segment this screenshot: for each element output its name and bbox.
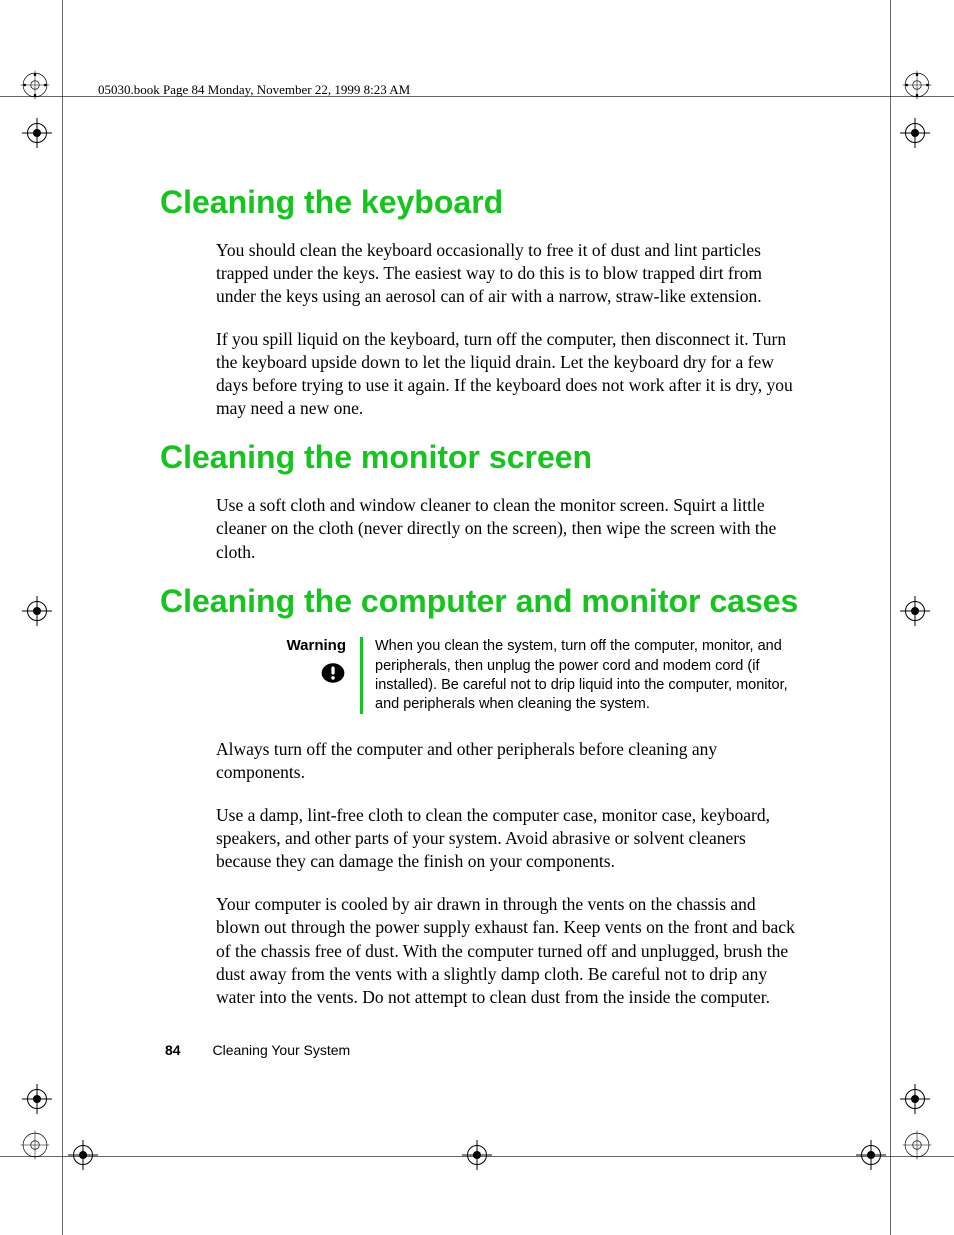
warning-label: Warning	[216, 637, 346, 654]
paragraph: Use a damp, lint-free cloth to clean the…	[216, 804, 796, 873]
chapter-title: Cleaning Your System	[212, 1042, 350, 1058]
page-number: 84	[165, 1042, 181, 1058]
registration-mark-icon	[22, 1084, 52, 1114]
registration-mark-icon	[22, 118, 52, 148]
rosette-icon	[18, 1128, 52, 1162]
body-block: You should clean the keyboard occasional…	[216, 239, 796, 421]
crop-line-right	[890, 0, 891, 1235]
registration-mark-icon	[22, 596, 52, 626]
body-block: Use a soft cloth and window cleaner to c…	[216, 494, 796, 563]
page: 05030.book Page 84 Monday, November 22, …	[0, 0, 954, 1235]
heading-cleaning-cases: Cleaning the computer and monitor cases	[160, 584, 800, 620]
registration-mark-icon	[900, 596, 930, 626]
crop-line-left	[62, 0, 63, 1235]
warning-icon	[320, 660, 346, 686]
registration-mark-icon	[68, 1140, 98, 1170]
paragraph: If you spill liquid on the keyboard, tur…	[216, 328, 796, 420]
heading-cleaning-keyboard: Cleaning the keyboard	[160, 185, 800, 221]
rosette-icon	[900, 68, 934, 102]
paragraph: You should clean the keyboard occasional…	[216, 239, 796, 308]
paragraph: Use a soft cloth and window cleaner to c…	[216, 494, 796, 563]
paragraph: Always turn off the computer and other p…	[216, 738, 796, 784]
registration-mark-icon	[856, 1140, 886, 1170]
registration-mark-icon	[462, 1140, 492, 1170]
header-note: 05030.book Page 84 Monday, November 22, …	[98, 82, 410, 98]
registration-mark-icon	[900, 1084, 930, 1114]
warning-text: When you clean the system, turn off the …	[360, 637, 796, 714]
rosette-icon	[900, 1128, 934, 1162]
registration-mark-icon	[900, 118, 930, 148]
rosette-icon	[18, 68, 52, 102]
warning-callout: Warning When you clean the system, turn …	[216, 637, 796, 714]
heading-cleaning-monitor-screen: Cleaning the monitor screen	[160, 440, 800, 476]
body-block: Always turn off the computer and other p…	[216, 738, 796, 1009]
warning-left: Warning	[216, 637, 360, 714]
paragraph: Your computer is cooled by air drawn in …	[216, 893, 796, 1008]
footer: 84 Cleaning Your System	[165, 1042, 350, 1058]
content-area: Cleaning the keyboard You should clean t…	[160, 185, 800, 1029]
